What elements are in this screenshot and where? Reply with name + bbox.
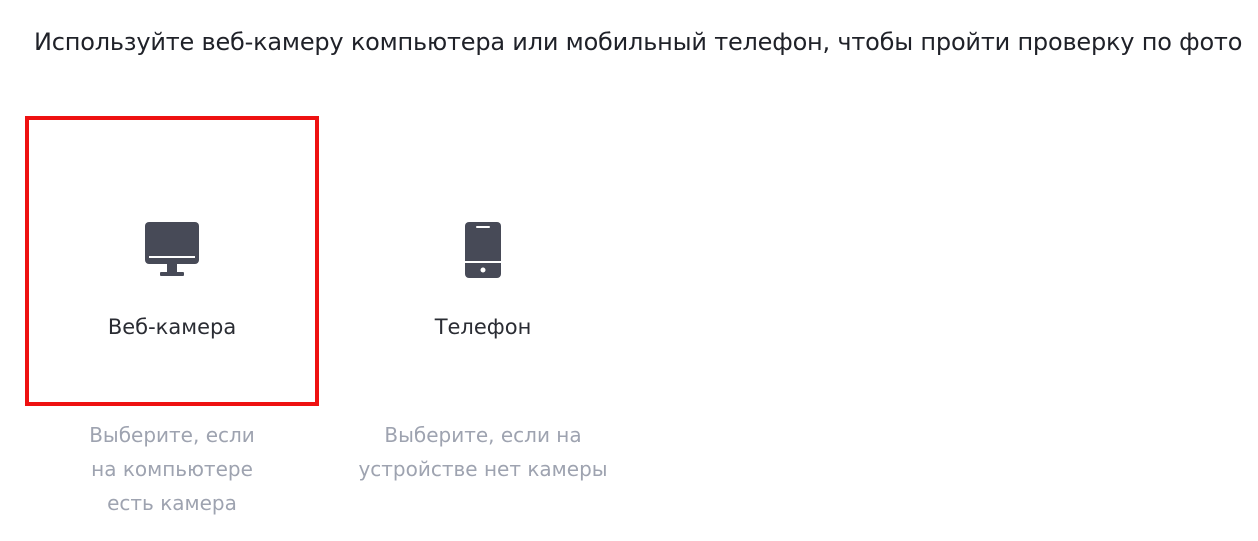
phone-option-label: Телефон <box>434 315 532 339</box>
phone-option-description: Выберите, если на устройстве нет камеры <box>358 423 608 481</box>
monitor-icon <box>145 222 199 276</box>
phone-option[interactable]: Телефон <box>336 116 630 406</box>
webcam-option[interactable]: Веб-камера <box>25 116 319 406</box>
instruction-text: Используйте веб-камеру компьютера или мо… <box>34 28 1243 56</box>
smartphone-icon <box>465 222 501 278</box>
webcam-option-description: Выберите, если на компьютере есть камера <box>89 423 255 515</box>
verification-method-page: Используйте веб-камеру компьютера или мо… <box>0 0 1258 541</box>
webcam-option-label: Веб-камера <box>107 315 237 339</box>
